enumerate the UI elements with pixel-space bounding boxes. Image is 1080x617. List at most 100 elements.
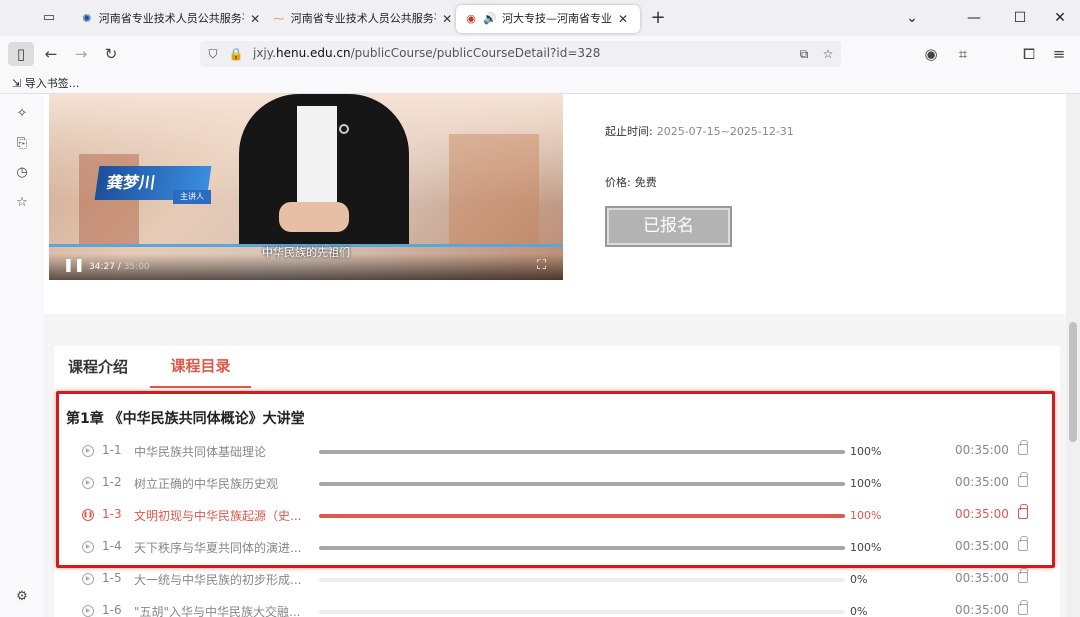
- video-duration: 35:00: [123, 262, 150, 272]
- bookmarks-bar: ⇲ 导入书签...: [0, 72, 1080, 94]
- tab-course-intro[interactable]: 课程介绍: [68, 356, 128, 377]
- lesson-name: "五胡"入华与中华民族大交融...: [134, 605, 301, 617]
- speaker-icon[interactable]: 🔊: [483, 12, 497, 26]
- lesson-number: 1-2: [102, 475, 122, 489]
- menu-icon[interactable]: ≡: [1046, 42, 1072, 66]
- window-close-icon[interactable]: ✕: [1048, 8, 1072, 28]
- tab-1[interactable]: ✺ 河南省专业技术人员公共服务平 ✕: [72, 5, 262, 33]
- lesson-row[interactable]: ▶ 1-5 大一统与中华民族的初步形成... 0% 00:35:00: [82, 568, 1032, 592]
- lesson-row[interactable]: ▶ 1-2 树立正确的中华民族历史观 100% 00:35:00: [82, 472, 1032, 496]
- lesson-duration: 00:35:00: [955, 475, 1009, 489]
- bookmark-label: 导入书签...: [24, 77, 80, 90]
- lesson-duration: 00:35:00: [955, 571, 1009, 585]
- picture-in-picture-icon[interactable]: ⧉: [795, 44, 813, 64]
- lesson-percent: 100%: [850, 445, 882, 458]
- synced-tabs-icon[interactable]: ⎘: [12, 134, 32, 154]
- play-circle-icon: ▶: [82, 477, 94, 489]
- history-icon[interactable]: ◷: [12, 163, 32, 183]
- lesson-number: 1-4: [102, 539, 122, 553]
- fullscreen-icon[interactable]: ⛶: [537, 258, 546, 273]
- tab-3-active[interactable]: ◉ 🔊 河大专技—河南省专业技术 ✕: [456, 5, 640, 33]
- crop-icon[interactable]: ⌗: [950, 42, 976, 66]
- lesson-percent: 100%: [850, 509, 882, 522]
- period-value: 2025-07-15~2025-12-31: [656, 125, 794, 138]
- henu-logo-icon: ◉: [466, 12, 476, 25]
- period-label: 起止时间:: [605, 125, 653, 138]
- lesson-row[interactable]: ▶ 1-1 中华民族共同体基础理论 100% 00:35:00: [82, 440, 1032, 464]
- url-bar[interactable]: ⛉ 🔒 jxjy.henu.edu.cn/publicCourse/public…: [200, 41, 841, 67]
- ai-sparkle-icon[interactable]: ✧: [12, 104, 32, 124]
- lock-icon: [1018, 472, 1028, 487]
- back-arrow-icon[interactable]: ←: [38, 42, 64, 66]
- price-row: 价格: 免费: [605, 174, 657, 190]
- lock-icon: [1018, 600, 1028, 615]
- reload-icon[interactable]: ↻: [98, 42, 124, 66]
- lesson-row[interactable]: ▶ 1-4 天下秩序与华夏共同体的演进... 100% 00:35:00: [82, 536, 1032, 560]
- import-icon: ⇲: [12, 77, 25, 90]
- lesson-row[interactable]: ▶ 1-6 "五胡"入华与中华民族大交融... 0% 00:35:00: [82, 600, 1032, 617]
- account-icon[interactable]: ◉: [918, 42, 944, 66]
- lock-icon[interactable]: 🔒: [227, 44, 245, 64]
- tab-strip: ▭ ✺ 河南省专业技术人员公共服务平 ✕ ⁓ 河南省专业技术人员公共服务平 ✕ …: [0, 0, 1080, 36]
- close-icon[interactable]: ✕: [248, 5, 262, 33]
- shield-icon[interactable]: ⛉: [204, 44, 222, 64]
- lesson-number: 1-1: [102, 443, 122, 457]
- tab-title: 河南省专业技术人员公共服务平: [290, 12, 437, 25]
- pause-circle-icon: ❚❚: [82, 509, 94, 521]
- lesson-name: 天下秩序与华夏共同体的演进...: [134, 541, 302, 555]
- video-player[interactable]: 龚梦川 主讲人 中华民族的先祖们 ❚❚ 34:27 / 35:00 ⛶: [49, 94, 563, 280]
- star-icon[interactable]: ☆: [819, 44, 837, 64]
- lesson-row-current[interactable]: ❚❚ 1-3 文明初现与中华民族起源（史... 100% 00:35:00: [82, 504, 1032, 528]
- lesson-progress-fill: [319, 450, 845, 454]
- enrolled-button[interactable]: 已报名: [605, 206, 732, 247]
- play-circle-icon: ▶: [82, 445, 94, 457]
- bookmarks-star-icon[interactable]: ☆: [12, 193, 32, 213]
- period-row: 起止时间: 2025-07-15~2025-12-31: [605, 123, 794, 139]
- tab-2[interactable]: ⁓ 河南省专业技术人员公共服务平 ✕: [264, 5, 454, 33]
- url-text[interactable]: jxjy.henu.edu.cn/publicCourse/publicCour…: [253, 46, 600, 60]
- lesson-progress-bar: [319, 578, 845, 582]
- play-circle-icon: ▶: [82, 605, 94, 617]
- lesson-name: 中华民族共同体基础理论: [134, 445, 267, 459]
- browser-sidebar: ✧ ⎘ ◷ ☆ ⚙: [0, 94, 44, 617]
- forward-arrow-icon[interactable]: →: [68, 42, 94, 66]
- lesson-number: 1-5: [102, 571, 122, 585]
- lesson-duration: 00:35:00: [955, 507, 1009, 521]
- new-tab-icon[interactable]: +: [648, 7, 668, 29]
- video-presenter-shirt: [297, 106, 337, 216]
- course-catalog-card: 课程介绍 课程目录 第1章 《中华民族共同体概论》大讲堂 ▶ 1-1 中华民族共…: [54, 346, 1060, 617]
- extensions-icon[interactable]: ⧠: [1016, 42, 1042, 66]
- lesson-progress-bar: [319, 450, 845, 454]
- play-circle-icon: ▶: [82, 573, 94, 585]
- video-time: 34:27 / 35:00: [89, 262, 150, 272]
- lesson-progress-fill: [319, 482, 845, 486]
- sidebar-toggle-icon[interactable]: ▯: [8, 42, 34, 66]
- lesson-progress-fill: [319, 514, 845, 518]
- close-icon[interactable]: ✕: [616, 5, 630, 33]
- pause-icon[interactable]: ❚❚: [63, 258, 85, 273]
- settings-gear-icon[interactable]: ⚙: [12, 587, 32, 607]
- lesson-progress-bar: [319, 482, 845, 486]
- lesson-name: 树立正确的中华民族历史观: [134, 477, 279, 491]
- page-scrollbar[interactable]: [1066, 94, 1080, 617]
- tab-list-icon[interactable]: ▭: [38, 8, 60, 28]
- tab-course-catalog[interactable]: 课程目录: [150, 346, 251, 388]
- lock-icon: [1018, 440, 1028, 455]
- minimize-icon[interactable]: —: [962, 8, 986, 28]
- chevron-down-icon[interactable]: ⌄: [900, 8, 924, 28]
- close-icon[interactable]: ✕: [440, 5, 454, 33]
- nav-bar: ▯ ← → ↻ ⛉ 🔒 jxjy.henu.edu.cn/publicCours…: [0, 36, 1080, 72]
- lesson-number: 1-3: [102, 507, 122, 521]
- price-value: 免费: [634, 176, 657, 189]
- gov-emblem-icon: ✺: [82, 12, 92, 25]
- video-controls: ❚❚ 34:27 / 35:00 ⛶: [49, 254, 563, 280]
- lesson-progress-bar: [319, 514, 845, 518]
- import-bookmarks-link[interactable]: ⇲ 导入书签...: [12, 75, 79, 91]
- maximize-icon[interactable]: ☐: [1008, 8, 1032, 28]
- video-presenter-hands: [279, 202, 349, 232]
- course-detail-card: 龚梦川 主讲人 中华民族的先祖们 ❚❚ 34:27 / 35:00 ⛶ 起止时间…: [44, 94, 1066, 314]
- wheat-logo-icon: ⁓: [273, 12, 285, 25]
- scrollbar-thumb[interactable]: [1069, 322, 1077, 442]
- chapter-title: 第1章 《中华民族共同体概论》大讲堂: [66, 411, 305, 427]
- lock-icon: [1018, 536, 1028, 551]
